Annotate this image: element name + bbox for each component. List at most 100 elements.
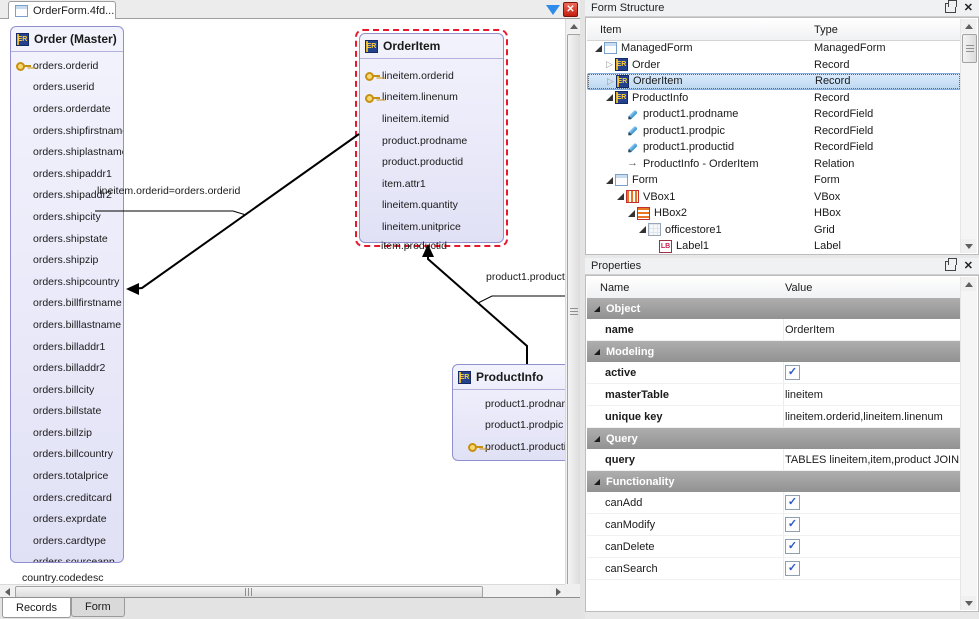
tree-row[interactable]: FormForm xyxy=(587,172,961,189)
property-section[interactable]: Query xyxy=(587,428,961,449)
form-structure-panel: Item Type ManagedFormManagedForm▷EROrder… xyxy=(585,17,979,255)
expanded-arrow-icon[interactable] xyxy=(628,210,635,217)
section-label: Object xyxy=(606,303,640,315)
column-value: Value xyxy=(785,282,812,294)
scrollbar-thumb[interactable] xyxy=(567,34,581,589)
property-value[interactable]: lineitem xyxy=(785,389,961,401)
canvas-horizontal-scrollbar[interactable] xyxy=(0,584,565,597)
checkbox[interactable]: ✓ xyxy=(785,495,800,510)
property-value: ✓ xyxy=(785,495,961,510)
collapsed-arrow-icon[interactable]: ▷ xyxy=(606,60,613,69)
view-tab-bar: Records Form xyxy=(0,597,585,619)
tree-item-type: Grid xyxy=(814,224,835,236)
form-structure-rows: ManagedFormManagedForm▷EROrderRecord▷ERO… xyxy=(587,40,961,253)
property-row[interactable]: unique keylineitem.orderid,lineitem.line… xyxy=(587,406,961,428)
section-expand-icon[interactable] xyxy=(594,479,600,485)
property-section[interactable]: Functionality xyxy=(587,471,961,492)
tree-row[interactable]: LBLabel1Label xyxy=(587,238,961,253)
property-row[interactable]: canAdd✓ xyxy=(587,492,961,514)
column-name: Name xyxy=(587,282,629,294)
property-name: canAdd xyxy=(587,492,784,513)
section-label: Functionality xyxy=(606,476,674,488)
property-section[interactable]: Object xyxy=(587,298,961,319)
checkbox[interactable]: ✓ xyxy=(785,365,800,380)
tree-row[interactable]: VBox1VBox xyxy=(587,189,961,206)
float-panel-icon[interactable] xyxy=(945,3,956,13)
float-panel-icon[interactable] xyxy=(945,261,956,271)
form-icon xyxy=(615,174,628,186)
arrow-slot: ▷ xyxy=(605,77,616,86)
tree-scrollbar[interactable] xyxy=(960,19,977,253)
section-expand-icon[interactable] xyxy=(594,436,600,442)
scroll-up-icon[interactable] xyxy=(961,277,976,291)
property-row[interactable]: masterTablelineitem xyxy=(587,384,961,406)
er-icon: ER xyxy=(615,91,628,104)
property-row[interactable]: canDelete✓ xyxy=(587,536,961,558)
property-value[interactable]: TABLES lineitem,item,product JOIN... xyxy=(785,454,961,466)
property-row[interactable]: active✓ xyxy=(587,362,961,384)
pencil-icon xyxy=(626,141,639,154)
checkbox[interactable]: ✓ xyxy=(785,517,800,532)
filter-triangle-icon[interactable] xyxy=(546,5,560,15)
tree-row[interactable]: →ProductInfo - OrderItemRelation xyxy=(587,156,961,173)
tree-row[interactable]: ▷EROrderRecord xyxy=(587,57,961,74)
expanded-arrow-icon[interactable] xyxy=(595,45,602,52)
property-value: ✓ xyxy=(785,517,961,532)
close-icon[interactable]: ✕ xyxy=(563,2,578,17)
expanded-arrow-icon[interactable] xyxy=(606,177,613,184)
close-icon[interactable]: ✕ xyxy=(964,3,973,14)
collapsed-arrow-icon[interactable]: ▷ xyxy=(607,77,614,86)
scroll-down-icon[interactable] xyxy=(961,239,976,253)
arrow-slot: ▷ xyxy=(604,60,615,69)
checkbox[interactable]: ✓ xyxy=(785,539,800,554)
property-row[interactable]: nameOrderItem xyxy=(587,319,961,341)
tree-row[interactable]: product1.prodnameRecordField xyxy=(587,106,961,123)
section-label: Modeling xyxy=(606,346,654,358)
tree-row[interactable]: ▷EROrderItemRecord xyxy=(587,73,961,90)
scrollbar-thumb[interactable] xyxy=(962,34,977,63)
close-icon[interactable]: ✕ xyxy=(964,261,973,272)
expanded-arrow-icon[interactable] xyxy=(639,226,646,233)
tree-item-label: Form xyxy=(632,174,658,186)
tree-item-type: RecordField xyxy=(814,141,873,153)
property-row[interactable]: canSearch✓ xyxy=(587,558,961,580)
section-expand-icon[interactable] xyxy=(594,306,600,312)
expanded-arrow-icon[interactable] xyxy=(606,94,613,101)
tab-form[interactable]: Form xyxy=(71,598,125,617)
tree-row[interactable]: ERProductInfoRecord xyxy=(587,90,961,107)
scroll-up-icon[interactable] xyxy=(566,19,581,33)
tree-item-type: RecordField xyxy=(814,125,873,137)
tree-row[interactable]: ManagedFormManagedForm xyxy=(587,40,961,57)
property-section[interactable]: Modeling xyxy=(587,341,961,362)
property-row[interactable]: queryTABLES lineitem,item,product JOIN..… xyxy=(587,449,961,471)
tree-item-type: Label xyxy=(814,240,841,252)
section-expand-icon[interactable] xyxy=(594,349,600,355)
tree-item-type: VBox xyxy=(814,191,840,203)
arrow-slot xyxy=(615,193,626,200)
scrollbar-corner xyxy=(565,584,580,597)
property-row[interactable]: canModify✓ xyxy=(587,514,961,536)
tree-item-label: officestore1 xyxy=(665,224,722,236)
tree-row[interactable]: product1.productidRecordField xyxy=(587,139,961,156)
canvas-vertical-scrollbar[interactable] xyxy=(565,19,580,584)
property-value[interactable]: OrderItem xyxy=(785,324,961,336)
scroll-up-icon[interactable] xyxy=(961,19,976,33)
tab-records[interactable]: Records xyxy=(2,598,71,618)
vbox-icon xyxy=(626,190,639,203)
property-name: canDelete xyxy=(587,536,784,557)
scroll-down-icon[interactable] xyxy=(961,596,976,610)
checkbox[interactable]: ✓ xyxy=(785,561,800,576)
tree-row[interactable]: product1.prodpicRecordField xyxy=(587,123,961,140)
tree-item-label: Label1 xyxy=(676,240,709,252)
tree-row[interactable]: HBox2HBox xyxy=(587,205,961,222)
form-structure-titlebar: Form Structure ✕ xyxy=(585,0,979,17)
tree-row[interactable]: officestore1 Grid xyxy=(587,222,961,239)
expanded-arrow-icon[interactable] xyxy=(617,193,624,200)
tree-item-label: Order xyxy=(632,59,660,71)
diagram-canvas[interactable]: ER Order (Master) orders.orderidorders.u… xyxy=(0,19,565,584)
properties-scrollbar[interactable] xyxy=(960,277,977,610)
document-tab[interactable]: OrderForm.4fd... xyxy=(8,1,116,19)
property-value[interactable]: lineitem.orderid,lineitem.linenum xyxy=(785,411,961,423)
tree-item-type: HBox xyxy=(814,207,841,219)
tree-item-label: product1.prodname xyxy=(643,108,738,120)
